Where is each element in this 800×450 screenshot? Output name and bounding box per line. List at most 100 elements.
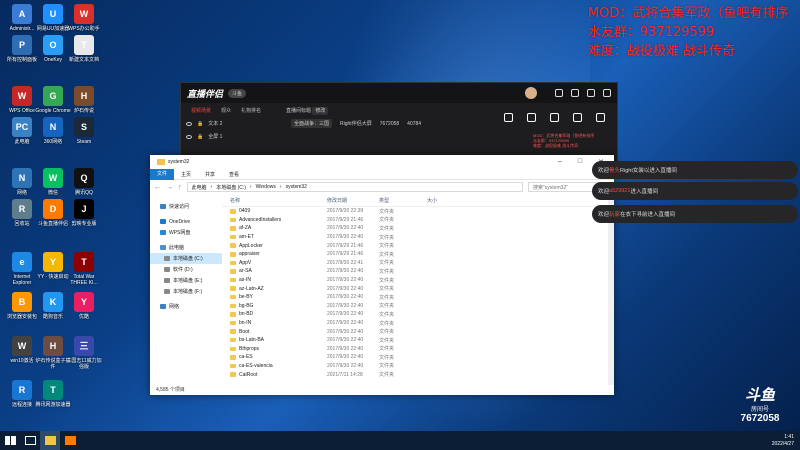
column-date[interactable]: 修改日期 [327,197,379,204]
start-button[interactable] [0,431,20,450]
up-icon[interactable]: ↑ [178,184,182,191]
scrollbar[interactable] [608,195,614,385]
tab-home[interactable]: 主页 [174,171,198,178]
tab-share[interactable]: 共享 [198,171,222,178]
chat-username[interactable]: 骨头 [609,166,620,174]
nav-item[interactable]: 本地磁盘 (C:) [150,253,222,264]
desktop-icon[interactable]: Y 优酷 [66,292,102,320]
chat-icon[interactable] [527,113,536,122]
table-row[interactable]: as-IN 2017/9/30 22:40 文件夹 [222,276,614,285]
table-row[interactable]: ca-ES 2017/9/30 22:40 文件夹 [222,353,614,362]
table-row[interactable]: be-BY 2017/9/30 22:40 文件夹 [222,293,614,302]
menu-icon[interactable] [555,89,563,97]
breadcrumb-item[interactable]: 本地磁盘 (C:) [216,184,246,191]
table-row[interactable]: bg-BG 2017/9/30 22:40 文件夹 [222,302,614,311]
taskbar-explorer[interactable] [40,431,60,450]
nav-item[interactable]: 网络 [150,301,222,312]
desktop-icon[interactable]: T 腾讯网游加速器 [35,380,71,408]
forward-icon[interactable]: → [166,184,173,191]
table-row[interactable]: ar-SA 2017/9/30 22:40 文件夹 [222,267,614,276]
avatar[interactable] [525,87,537,99]
table-row[interactable]: Boot 2017/9/30 22:40 文件夹 [222,327,614,336]
desktop-icon[interactable]: W WPS办公助手 [66,4,102,32]
table-row[interactable]: appraiser 2017/9/29 21:46 文件夹 [222,250,614,259]
desktop-icon[interactable]: 三三国志11威力加强版 [66,336,102,370]
maximize-button[interactable]: □ [578,158,582,166]
nav-item[interactable]: 快速访问 [150,201,222,212]
nav-item[interactable]: 本地磁盘 (F:) [150,286,222,297]
table-row[interactable]: AppV 2017/9/30 22:41 文件夹 [222,259,614,268]
column-type[interactable]: 类型 [379,197,427,204]
minimize-button[interactable]: – [558,158,562,166]
breadcrumb-item[interactable]: system32 [286,184,307,190]
table-row[interactable]: am-ET 2017/9/30 22:40 文件夹 [222,233,614,242]
table-row[interactable]: bs-Latn-BA 2017/9/30 22:40 文件夹 [222,336,614,345]
table-row[interactable]: af-ZA 2017/9/30 22:40 文件夹 [222,224,614,233]
column-size[interactable]: 大小 [427,197,457,204]
douyu-room-number: 7672058 [740,413,780,424]
table-row[interactable]: az-Latn-AZ 2017/9/30 22:40 文件夹 [222,284,614,293]
table-row[interactable]: AdvancedInstallers 2017/9/29 21:46 文件夹 [222,216,614,225]
taskbar-stream-app[interactable] [60,431,80,450]
lock-icon[interactable]: 🔒 [197,134,203,140]
app-icon: B [12,292,32,312]
maximize-icon[interactable] [587,89,595,97]
task-view-button[interactable] [20,431,40,450]
scene-item[interactable]: 🔒 文本 2 [186,120,222,127]
folder-icon [44,436,56,445]
app-icon: G [43,86,63,106]
tab-audience[interactable]: 观众 [221,107,231,114]
nav-item[interactable]: 此电脑 [150,242,222,253]
desktop-icon[interactable]: T Total War THREE KI... [66,252,102,286]
folder-icon [157,159,165,165]
tab-gift-ranking[interactable]: 礼物排名 [241,107,261,114]
desktop-icon[interactable]: J 剪映专业版 [66,199,102,227]
lock-icon[interactable]: 🔒 [197,121,203,127]
desktop-icon[interactable]: T 新建文本文档 [66,35,102,63]
file-name: bs-Latn-BA [239,337,265,344]
desktop-icon[interactable]: Q 腾讯QQ [66,168,102,196]
desktop-icon[interactable]: S Steam [66,117,102,145]
minimize-icon[interactable] [571,89,579,97]
table-row[interactable]: bn-IN 2017/9/30 22:40 文件夹 [222,319,614,328]
nav-item[interactable]: 本地磁盘 (E:) [150,275,222,286]
chat-username[interactable]: 玩家 [609,210,620,218]
close-icon[interactable] [603,89,611,97]
overlay-line-2: 水友群：937129599 [588,25,715,40]
file-type: 文件夹 [379,234,395,241]
table-row[interactable]: ca-ES-valencia 2017/9/30 22:40 文件夹 [222,362,614,371]
room-category[interactable]: 全面战争：三国 [291,119,333,128]
breadcrumb[interactable]: 此电脑 › 本地磁盘 (C:) › Windows › system32 [186,182,523,192]
taskbar-clock[interactable]: 1:41 2022/4/27 [772,434,800,448]
desktop-icon-label: 新建文本文档 [68,57,99,63]
tab-file[interactable]: 文件 [150,168,175,180]
tab-scenes[interactable]: 视频场景 [191,107,211,114]
eye-icon[interactable] [186,134,192,139]
breadcrumb-item[interactable]: Windows [256,184,276,190]
desktop-icon[interactable]: H 炉石传说 [66,86,102,114]
file-name-cell: ca-ES-valencia [222,363,327,369]
bell-icon[interactable] [573,113,582,122]
share-icon[interactable] [550,113,559,122]
back-icon[interactable]: ← [154,184,161,191]
nav-item[interactable]: WPS网盘 [150,227,222,238]
nav-item[interactable]: OneDrive [150,216,222,227]
table-row[interactable]: 0409 2017/9/30 22:39 文件夹 [222,207,614,216]
task-view-icon [24,436,36,445]
chat-username[interactable]: a529921 [609,188,630,194]
table-row[interactable]: Bthprops 2017/9/30 22:40 文件夹 [222,345,614,354]
app-icon: U [43,4,63,24]
settings-icon[interactable] [596,113,605,122]
column-name[interactable]: 名称 [222,197,327,204]
nav-item[interactable]: 软件 (D:) [150,264,222,275]
folder-icon [230,269,236,274]
table-row[interactable]: CatRoot 2021/7/11 14:28 文件夹 [222,370,614,379]
table-row[interactable]: AppLocker 2017/9/29 21:46 文件夹 [222,241,614,250]
breadcrumb-item[interactable]: 此电脑 [192,184,207,191]
table-row[interactable]: bn-BD 2017/9/30 22:40 文件夹 [222,310,614,319]
eye-icon[interactable] [186,121,192,126]
room-title-edit-button[interactable]: 修改 [312,107,329,115]
tab-view[interactable]: 查看 [222,171,246,178]
scene-item[interactable]: 🔒 全屏 1 [186,133,222,140]
gift-icon[interactable] [504,113,513,122]
